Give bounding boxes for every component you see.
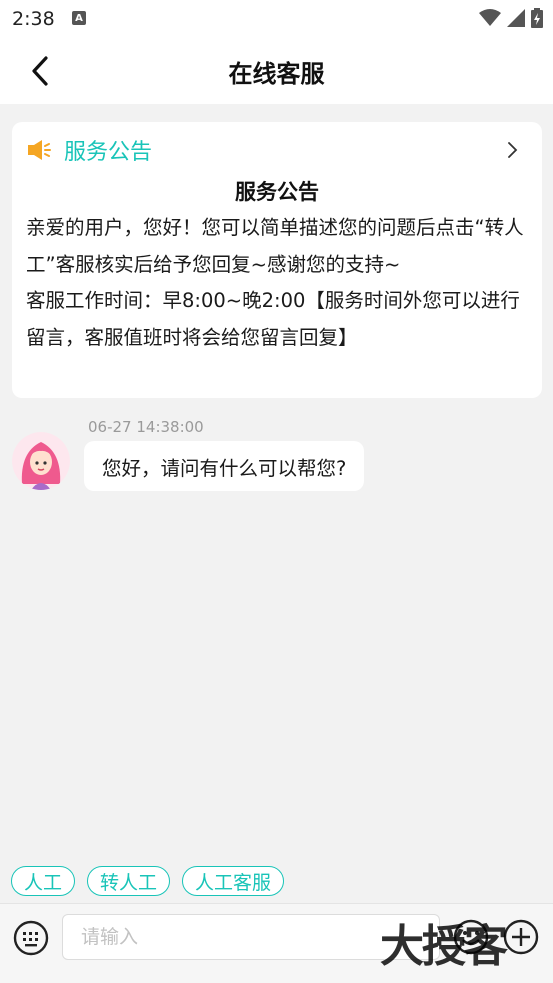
message-input[interactable] — [62, 914, 440, 960]
status-time: 2:38 — [12, 8, 55, 30]
emoji-icon[interactable] — [452, 918, 490, 956]
speaker-icon — [28, 140, 51, 160]
chevron-right-icon — [508, 142, 518, 158]
wifi-icon — [479, 9, 501, 26]
notice-header-label: 服务公告 — [64, 140, 153, 165]
status-indicators — [479, 8, 543, 28]
notice-card: 服务公告 服务公告 亲爱的用户，您好！您可以简单描述您的问题后点击“转人工”客服… — [12, 122, 542, 398]
notice-body: 亲爱的用户，您好！您可以简单描述您的问题后点击“转人工”客服核实后给予您回复~感… — [26, 210, 536, 356]
keyboard-icon[interactable] — [13, 920, 49, 956]
agent-message-bubble: 您好，请问有什么可以帮您? — [84, 441, 365, 491]
agent-avatar-icon — [12, 432, 70, 490]
signal-icon — [507, 9, 525, 27]
plus-icon[interactable] — [502, 918, 540, 956]
nav-bar: 在线客服 — [0, 38, 553, 104]
quick-reply-human-service[interactable]: 人工客服 — [182, 866, 285, 896]
notice-body-line1: 亲爱的用户，您好！您可以简单描述您的问题后点击“转人工”客服核实后给予您回复~感… — [26, 216, 524, 276]
notice-header[interactable]: 服务公告 — [26, 132, 528, 168]
notice-body-line2: 客服工作时间：早8:00~晚2:00【服务时间外您可以进行留言，客服值班时将会给… — [26, 289, 520, 349]
agent-avatar[interactable] — [12, 432, 70, 490]
page-title: 在线客服 — [228, 60, 325, 88]
status-bar: 2:38 A — [0, 0, 553, 38]
notice-title: 服务公告 — [235, 180, 319, 204]
battery-icon — [531, 8, 543, 28]
input-bar — [0, 903, 553, 983]
quick-reply-transfer-human[interactable]: 转人工 — [87, 866, 171, 896]
quick-reply-human[interactable]: 人工 — [11, 866, 76, 896]
notification-a-icon: A — [72, 11, 86, 25]
message-timestamp: 06-27 14:38:00 — [88, 418, 204, 436]
quick-replies: 人工 转人工 人工客服 — [11, 866, 285, 896]
